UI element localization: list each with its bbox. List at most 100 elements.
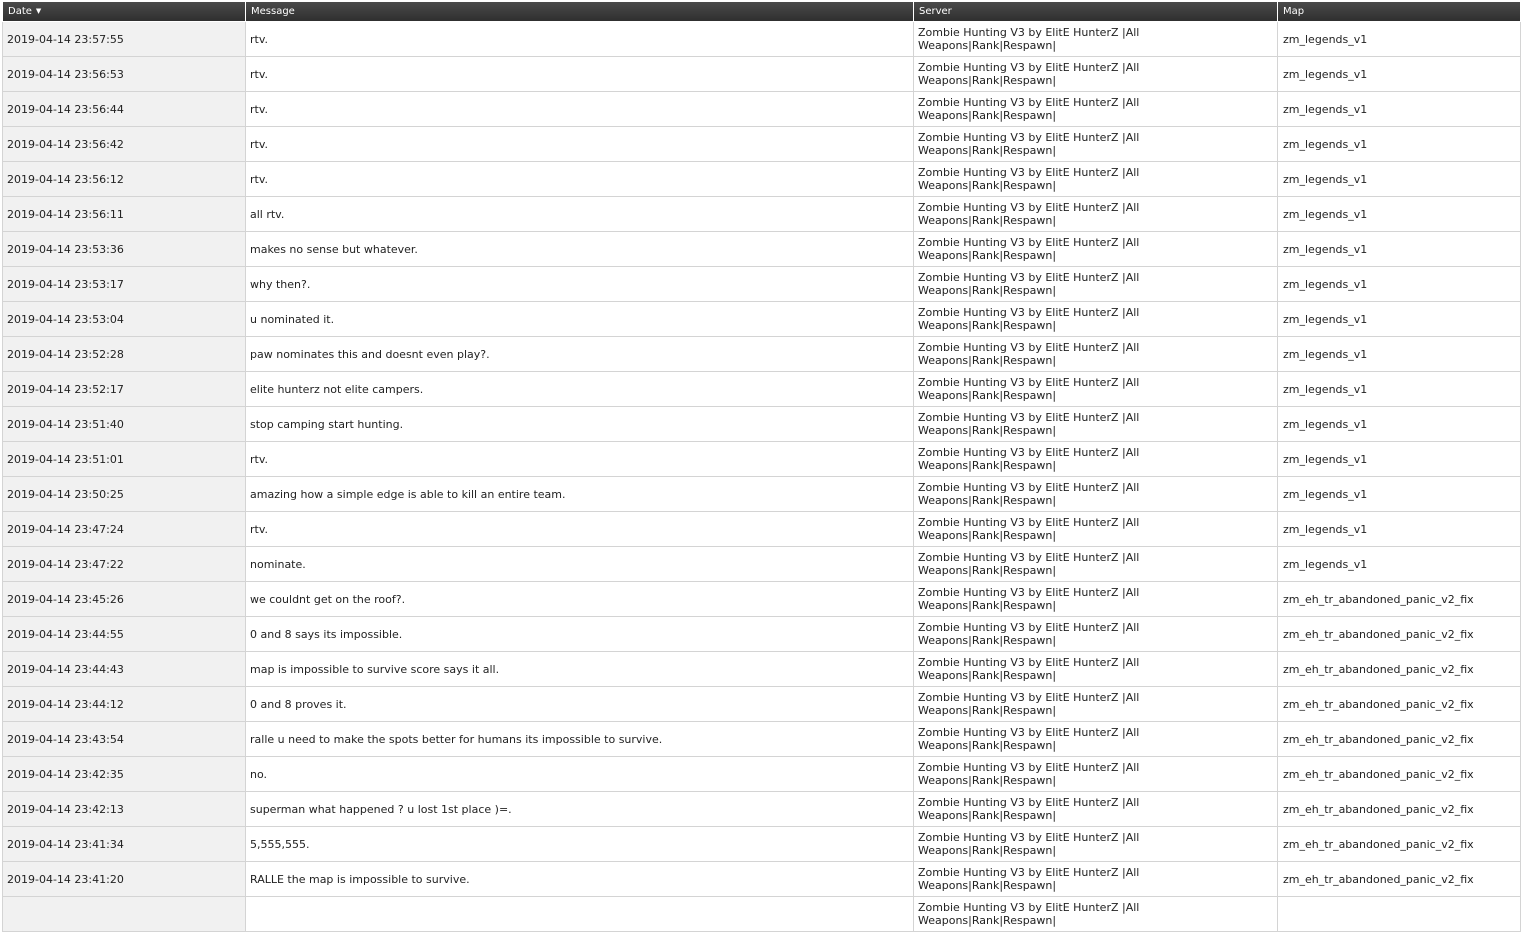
- cell-message: makes no sense but whatever.: [245, 231, 914, 267]
- cell-map: zm_legends_v1: [1277, 126, 1521, 162]
- cell-server: Zombie Hunting V3 by ElitE HunterZ |All …: [913, 476, 1278, 512]
- column-header-message-label: Message: [251, 6, 295, 17]
- cell-map: zm_legends_v1: [1277, 231, 1521, 267]
- cell-map: zm_eh_tr_abandoned_panic_v2_fix: [1277, 651, 1521, 687]
- cell-server: Zombie Hunting V3 by ElitE HunterZ |All …: [913, 826, 1278, 862]
- table-row: 2019-04-14 23:52:28 paw nominates this an…: [2, 336, 1521, 372]
- table-body: 2019-04-14 23:57:55 rtv. Zombie Hunting V3…: [2, 21, 1521, 932]
- column-header-map[interactable]: Map: [1277, 2, 1521, 22]
- table-row: 2019-04-14 23:57:55 rtv. Zombie Hunting V3…: [2, 21, 1521, 57]
- cell-date: 2019-04-14 23:53:04: [2, 301, 246, 337]
- cell-map: zm_eh_tr_abandoned_panic_v2_fix: [1277, 581, 1521, 617]
- cell-server: Zombie Hunting V3 by ElitE HunterZ |All …: [913, 266, 1278, 302]
- table-row: 2019-04-14 23:56:42 rtv. Zombie Hunting V3…: [2, 126, 1521, 162]
- table-row: 2019-04-14 23:53:17 why then?. Zombie Hunt…: [2, 266, 1521, 302]
- cell-message: superman what happened ? u lost 1st plac…: [245, 791, 914, 827]
- cell-server: Zombie Hunting V3 by ElitE HunterZ |All …: [913, 371, 1278, 407]
- cell-map: zm_legends_v1: [1277, 301, 1521, 337]
- cell-message: amazing how a simple edge is able to kil…: [245, 476, 914, 512]
- cell-date: 2019-04-14 23:44:43: [2, 651, 246, 687]
- table-row: 2019-04-14 23:44:12 0 and 8 proves it. Zom…: [2, 686, 1521, 722]
- cell-map: zm_eh_tr_abandoned_panic_v2_fix: [1277, 826, 1521, 862]
- cell-server: Zombie Hunting V3 by ElitE HunterZ |All …: [913, 406, 1278, 442]
- cell-date: 2019-04-14 23:52:28: [2, 336, 246, 372]
- cell-server: Zombie Hunting V3 by ElitE HunterZ |All …: [913, 896, 1278, 932]
- cell-message: rtv.: [245, 161, 914, 197]
- cell-server: Zombie Hunting V3 by ElitE HunterZ |All …: [913, 301, 1278, 337]
- column-header-server[interactable]: Server: [913, 2, 1278, 22]
- cell-date: 2019-04-14 23:56:44: [2, 91, 246, 127]
- cell-date: 2019-04-14 23:56:42: [2, 126, 246, 162]
- cell-date: 2019-04-14 23:51:40: [2, 406, 246, 442]
- table-row: 2019-04-14 23:53:04 u nominated it. Zombie…: [2, 301, 1521, 337]
- cell-server: Zombie Hunting V3 by ElitE HunterZ |All …: [913, 56, 1278, 92]
- cell-date: 2019-04-14 23:57:55: [2, 21, 246, 57]
- cell-server: Zombie Hunting V3 by ElitE HunterZ |All …: [913, 581, 1278, 617]
- cell-message: 0 and 8 says its impossible.: [245, 616, 914, 652]
- cell-server: Zombie Hunting V3 by ElitE HunterZ |All …: [913, 721, 1278, 757]
- table-row: 2019-04-14 23:41:34 5,555,555. Zombie Hunt…: [2, 826, 1521, 862]
- cell-message: stop camping start hunting.: [245, 406, 914, 442]
- cell-map: zm_legends_v1: [1277, 161, 1521, 197]
- cell-map: zm_eh_tr_abandoned_panic_v2_fix: [1277, 721, 1521, 757]
- cell-message: 0 and 8 proves it.: [245, 686, 914, 722]
- cell-message: 5,555,555.: [245, 826, 914, 862]
- table-row: 2019-04-14 23:47:22 nominate. Zombie Hunti…: [2, 546, 1521, 582]
- cell-date: 2019-04-14 23:50:25: [2, 476, 246, 512]
- cell-message: u nominated it.: [245, 301, 914, 337]
- table-row: 2019-04-14 23:56:12 rtv. Zombie Hunting V3…: [2, 161, 1521, 197]
- cell-message: no.: [245, 756, 914, 792]
- cell-message: rtv.: [245, 56, 914, 92]
- table-row: 2019-04-14 23:50:25 amazing how a simple …: [2, 476, 1521, 512]
- table-row: 2019-04-14 23:42:35 no. Zombie Hunting V3 …: [2, 756, 1521, 792]
- cell-server: Zombie Hunting V3 by ElitE HunterZ |All …: [913, 861, 1278, 897]
- table-row: 2019-04-14 23:52:17 elite hunterz not eli…: [2, 371, 1521, 407]
- cell-date: 2019-04-14 23:47:24: [2, 511, 246, 547]
- cell-date: 2019-04-14 23:52:17: [2, 371, 246, 407]
- cell-map: [1277, 896, 1521, 932]
- cell-server: Zombie Hunting V3 by ElitE HunterZ |All …: [913, 441, 1278, 477]
- table-row: 2019-04-14 23:43:54 ralle u need to make …: [2, 721, 1521, 757]
- cell-server: Zombie Hunting V3 by ElitE HunterZ |All …: [913, 231, 1278, 267]
- cell-server: Zombie Hunting V3 by ElitE HunterZ |All …: [913, 91, 1278, 127]
- cell-message: rtv.: [245, 21, 914, 57]
- cell-server: Zombie Hunting V3 by ElitE HunterZ |All …: [913, 336, 1278, 372]
- cell-map: zm_legends_v1: [1277, 371, 1521, 407]
- cell-date: 2019-04-14 23:44:12: [2, 686, 246, 722]
- cell-message: elite hunterz not elite campers.: [245, 371, 914, 407]
- cell-date: 2019-04-14 23:56:11: [2, 196, 246, 232]
- column-header-date-label: Date: [8, 6, 32, 17]
- column-header-message[interactable]: Message: [245, 2, 914, 22]
- cell-server: Zombie Hunting V3 by ElitE HunterZ |All …: [913, 21, 1278, 57]
- column-header-date[interactable]: Date ▼: [2, 2, 246, 22]
- chat-log-table: Date ▼ Message Server Map 2019-04-14 23:5…: [2, 2, 1521, 932]
- cell-date: 2019-04-14 23:42:35: [2, 756, 246, 792]
- cell-server: Zombie Hunting V3 by ElitE HunterZ |All …: [913, 161, 1278, 197]
- cell-map: zm_eh_tr_abandoned_panic_v2_fix: [1277, 616, 1521, 652]
- cell-server: Zombie Hunting V3 by ElitE HunterZ |All …: [913, 791, 1278, 827]
- cell-message: map is impossible to survive score says …: [245, 651, 914, 687]
- cell-map: zm_legends_v1: [1277, 476, 1521, 512]
- cell-date: 2019-04-14 23:42:13: [2, 791, 246, 827]
- cell-message: RALLE the map is impossible to survive.: [245, 861, 914, 897]
- cell-message: all rtv.: [245, 196, 914, 232]
- table-row: 2019-04-14 23:51:01 rtv. Zombie Hunting V3…: [2, 441, 1521, 477]
- cell-map: zm_legends_v1: [1277, 511, 1521, 547]
- table-row: 2019-04-14 23:47:24 rtv. Zombie Hunting V3…: [2, 511, 1521, 547]
- cell-map: zm_legends_v1: [1277, 266, 1521, 302]
- table-row: Zombie Hunting V3 by ElitE HunterZ |All …: [2, 896, 1521, 932]
- cell-server: Zombie Hunting V3 by ElitE HunterZ |All …: [913, 651, 1278, 687]
- cell-map: zm_legends_v1: [1277, 91, 1521, 127]
- cell-map: zm_eh_tr_abandoned_panic_v2_fix: [1277, 791, 1521, 827]
- cell-server: Zombie Hunting V3 by ElitE HunterZ |All …: [913, 686, 1278, 722]
- cell-map: zm_legends_v1: [1277, 546, 1521, 582]
- cell-message: we couldnt get on the roof?.: [245, 581, 914, 617]
- cell-map: zm_legends_v1: [1277, 196, 1521, 232]
- table-header-row: Date ▼ Message Server Map: [2, 2, 1521, 22]
- cell-date: 2019-04-14 23:51:01: [2, 441, 246, 477]
- cell-map: zm_legends_v1: [1277, 21, 1521, 57]
- cell-server: Zombie Hunting V3 by ElitE HunterZ |All …: [913, 756, 1278, 792]
- table-row: 2019-04-14 23:41:20 RALLE the map is impo…: [2, 861, 1521, 897]
- cell-server: Zombie Hunting V3 by ElitE HunterZ |All …: [913, 196, 1278, 232]
- table-row: 2019-04-14 23:56:11 all rtv. Zombie Huntin…: [2, 196, 1521, 232]
